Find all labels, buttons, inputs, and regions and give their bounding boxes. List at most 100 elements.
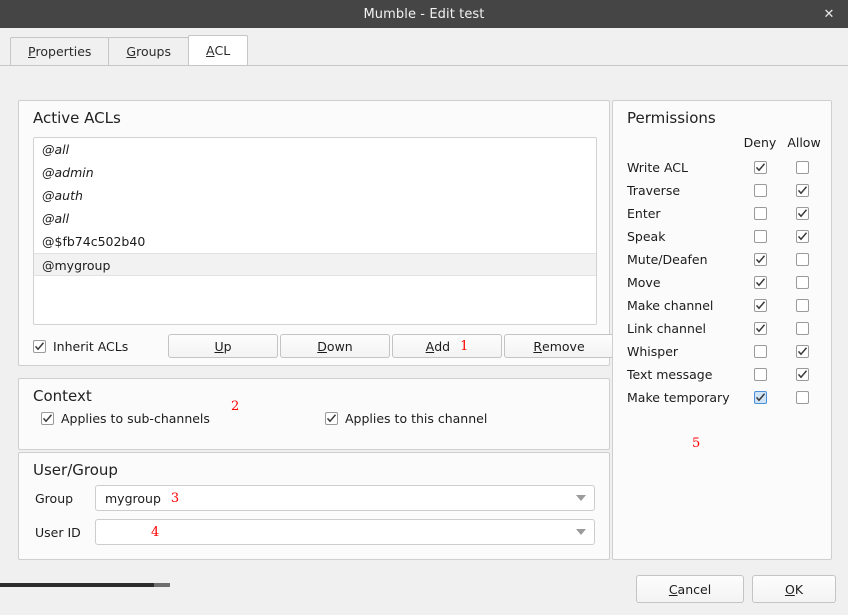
permission-name: Text message: [627, 367, 713, 382]
permission-allow-checkbox[interactable]: [796, 184, 809, 197]
permission-deny-checkbox[interactable]: [754, 253, 767, 266]
permission-allow-checkbox[interactable]: [796, 368, 809, 381]
permission-name: Make channel: [627, 298, 714, 313]
permission-name: Write ACL: [627, 160, 688, 175]
permission-row: Speak: [613, 226, 833, 249]
chevron-down-icon: [576, 495, 586, 501]
acl-list-item[interactable]: @all: [34, 138, 596, 161]
permission-name: Mute/Deafen: [627, 252, 708, 267]
permission-allow-checkbox[interactable]: [796, 345, 809, 358]
context-group: Context Applies to sub-channels Applies …: [18, 378, 610, 450]
applies-to-subchannels-checkbox[interactable]: [41, 412, 54, 425]
tab-bar: Properties Groups A CL: [10, 35, 249, 65]
permission-allow-checkbox[interactable]: [796, 299, 809, 312]
cancel-button[interactable]: Cancel: [636, 575, 744, 603]
applies-to-this-channel-label: Applies to this channel: [345, 411, 488, 426]
annotation-2: 2: [231, 399, 240, 414]
permission-row: Write ACL: [613, 157, 833, 180]
permission-row: Enter: [613, 203, 833, 226]
annotation-3: 3: [170, 490, 180, 506]
permission-deny-checkbox[interactable]: [754, 184, 767, 197]
move-up-button[interactable]: Up: [168, 334, 278, 358]
applies-to-this-channel-item[interactable]: Applies to this channel: [325, 411, 487, 426]
permission-deny-checkbox[interactable]: [754, 299, 767, 312]
permission-name: Move: [627, 275, 661, 290]
context-row: Applies to sub-channels Applies to this …: [35, 411, 595, 431]
tab-bottom-border: [0, 65, 848, 66]
inherit-acls-label: Inherit ACLs: [53, 338, 129, 354]
permission-name: Whisper: [627, 344, 679, 359]
permission-row: Text message: [613, 364, 833, 387]
permission-allow-checkbox[interactable]: [796, 230, 809, 243]
permission-deny-checkbox[interactable]: [754, 230, 767, 243]
permissions-rows: Write ACL Traverse Enter Speak Mute/Deafen Mo…: [613, 157, 833, 410]
acl-list-item[interactable]: @all: [34, 207, 596, 230]
permission-allow-checkbox[interactable]: [796, 276, 809, 289]
permission-row: Traverse: [613, 180, 833, 203]
tab-groups[interactable]: Groups: [108, 37, 189, 65]
permission-name: Speak: [627, 229, 666, 244]
permission-deny-checkbox[interactable]: [754, 322, 767, 335]
remove-acl-button[interactable]: Remove: [504, 334, 614, 358]
permission-name: Link channel: [627, 321, 707, 336]
user-group-group: User/Group Group mygroup 3 User ID 4: [18, 452, 610, 560]
permissions-title: Permissions: [627, 109, 716, 127]
permission-row: Make temporary: [613, 387, 833, 410]
move-down-button[interactable]: Down: [280, 334, 390, 358]
acl-list[interactable]: @all @admin @auth @all @$fb74c502b40 @mygroup: [33, 137, 597, 325]
permission-row: Mute/Deafen: [613, 249, 833, 272]
acl-list-item[interactable]: @$fb74c502b40: [34, 230, 596, 253]
permission-deny-checkbox[interactable]: [754, 207, 767, 220]
group-row: Group mygroup 3: [35, 485, 595, 511]
permission-allow-checkbox[interactable]: [796, 253, 809, 266]
window-resize-grip: [154, 583, 170, 587]
user-id-label: User ID: [35, 524, 81, 540]
permissions-deny-header: Deny: [743, 135, 777, 150]
permission-deny-checkbox[interactable]: [754, 276, 767, 289]
acl-list-item[interactable]: @admin: [34, 161, 596, 184]
permission-row: Link channel: [613, 318, 833, 341]
permission-row: Whisper: [613, 341, 833, 364]
group-combobox[interactable]: mygroup 3: [95, 485, 595, 511]
permission-name: Make temporary: [627, 390, 730, 405]
tab-properties[interactable]: Properties: [10, 37, 110, 65]
user-group-title: User/Group: [33, 461, 118, 479]
permission-row: Move: [613, 272, 833, 295]
dialog-button-bar: Cancel OK: [0, 560, 848, 615]
permission-name: Traverse: [627, 183, 681, 198]
permissions-header: Deny Allow: [613, 135, 833, 153]
edit-channel-dialog: Properties Groups A CL Active ACLs @all @a…: [0, 28, 848, 603]
active-acls-group: Active ACLs @all @admin @auth @all @$fb74c50…: [18, 100, 614, 366]
user-id-combobox[interactable]: 4: [95, 519, 595, 545]
context-title: Context: [33, 387, 92, 405]
add-acl-button[interactable]: Add 1: [392, 334, 502, 358]
tab-acl[interactable]: A CL: [187, 35, 249, 65]
permission-allow-checkbox[interactable]: [796, 207, 809, 220]
window-title: Mumble - Edit test: [363, 6, 485, 22]
ok-button[interactable]: OK: [752, 575, 836, 603]
acl-actions-row: Inherit ACLs Up Down Add 1 Remove: [33, 334, 614, 358]
permission-allow-checkbox[interactable]: [796, 161, 809, 174]
permission-deny-checkbox[interactable]: [754, 368, 767, 381]
window-bottom-edge-left: [0, 583, 154, 587]
annotation-4: 4: [151, 524, 160, 540]
permission-deny-checkbox[interactable]: [754, 161, 767, 174]
acl-list-item[interactable]: @auth: [34, 184, 596, 207]
close-icon[interactable]: ✕: [818, 0, 840, 28]
permission-deny-checkbox[interactable]: [754, 345, 767, 358]
applies-to-subchannels-item[interactable]: Applies to sub-channels: [41, 411, 210, 426]
applies-to-this-channel-checkbox[interactable]: [325, 412, 338, 425]
permission-deny-checkbox[interactable]: [754, 391, 767, 404]
inherit-acls-checkbox[interactable]: [33, 339, 46, 353]
active-acls-title: Active ACLs: [33, 109, 121, 127]
group-label: Group: [35, 490, 74, 506]
permission-allow-checkbox[interactable]: [796, 322, 809, 335]
permissions-group: Permissions Deny Allow Write ACL Traverse…: [612, 100, 832, 560]
chevron-down-icon: [576, 529, 586, 535]
permission-name: Enter: [627, 206, 661, 221]
annotation-5: 5: [692, 436, 701, 451]
window-titlebar: Mumble - Edit test ✕: [0, 0, 848, 28]
applies-to-subchannels-label: Applies to sub-channels: [61, 411, 210, 426]
acl-list-item[interactable]: @mygroup: [34, 253, 596, 276]
permission-allow-checkbox[interactable]: [796, 391, 809, 404]
